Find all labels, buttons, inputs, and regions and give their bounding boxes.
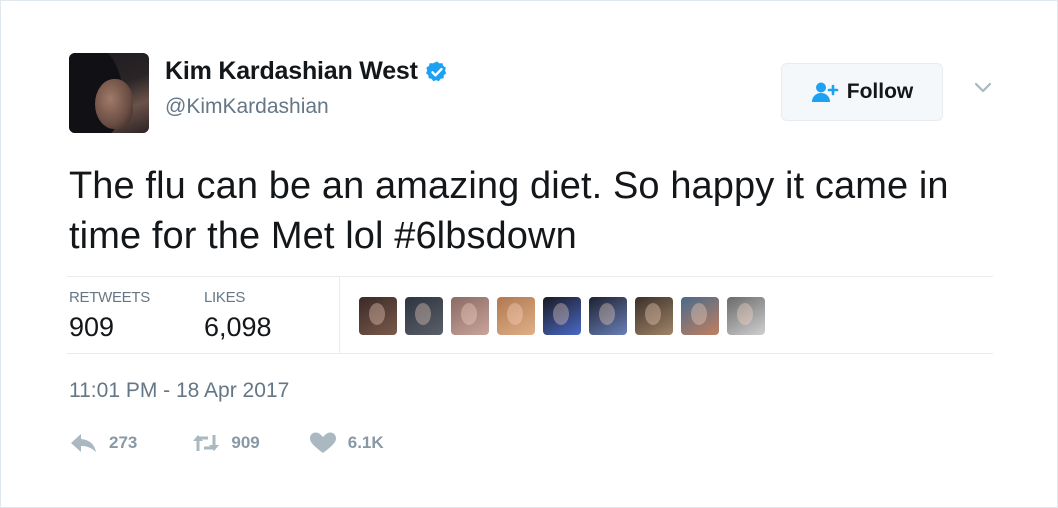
liker-avatar[interactable] — [359, 297, 397, 335]
divider — [67, 276, 993, 277]
retweet-button[interactable]: 909 — [191, 431, 260, 455]
reply-count: 273 — [109, 433, 138, 452]
follow-button-label: Follow — [846, 80, 914, 103]
likes-count: 6,098 — [204, 312, 272, 342]
author-name-row[interactable]: Kim Kardashian West — [165, 57, 449, 86]
tweet-timestamp[interactable]: 11:01 PM - 18 Apr 2017 — [69, 379, 289, 403]
reply-button[interactable]: 273 — [69, 431, 137, 455]
likers-avatars — [359, 297, 773, 335]
likes-stat[interactable]: LIKES 6,098 — [204, 289, 272, 343]
divider — [67, 353, 993, 354]
retweets-label: RETWEETS — [69, 289, 150, 306]
liker-avatar[interactable] — [451, 297, 489, 335]
retweets-stat[interactable]: RETWEETS 909 — [69, 289, 150, 343]
tweet-actions: 273 909 6.1K — [69, 431, 384, 455]
like-button[interactable]: 6.1K — [308, 431, 384, 455]
liker-avatar[interactable] — [635, 297, 673, 335]
display-name[interactable]: Kim Kardashian West — [165, 57, 418, 86]
tweet-card: Kim Kardashian West @KimKardashian Follo… — [0, 0, 1058, 508]
divider — [339, 277, 340, 353]
liker-avatar[interactable] — [589, 297, 627, 335]
avatar[interactable] — [69, 53, 149, 133]
liker-avatar[interactable] — [727, 297, 765, 335]
retweets-count: 909 — [69, 312, 115, 342]
liker-avatar[interactable] — [681, 297, 719, 335]
liker-avatar[interactable] — [497, 297, 535, 335]
chevron-down-icon[interactable] — [973, 81, 993, 95]
follow-person-icon — [811, 82, 839, 102]
verified-badge-icon — [425, 61, 446, 81]
heart-icon — [309, 432, 336, 453]
user-handle[interactable]: @KimKardashian — [165, 95, 329, 119]
reply-icon — [71, 434, 96, 452]
follow-button[interactable]: Follow — [781, 63, 943, 121]
retweet-icon — [193, 435, 220, 451]
liker-avatar[interactable] — [405, 297, 443, 335]
tweet-text: The flu can be an amazing diet. So happy… — [69, 165, 949, 257]
retweet-count: 909 — [231, 433, 260, 452]
like-count: 6.1K — [347, 433, 384, 452]
likes-label: LIKES — [204, 289, 246, 306]
liker-avatar[interactable] — [543, 297, 581, 335]
